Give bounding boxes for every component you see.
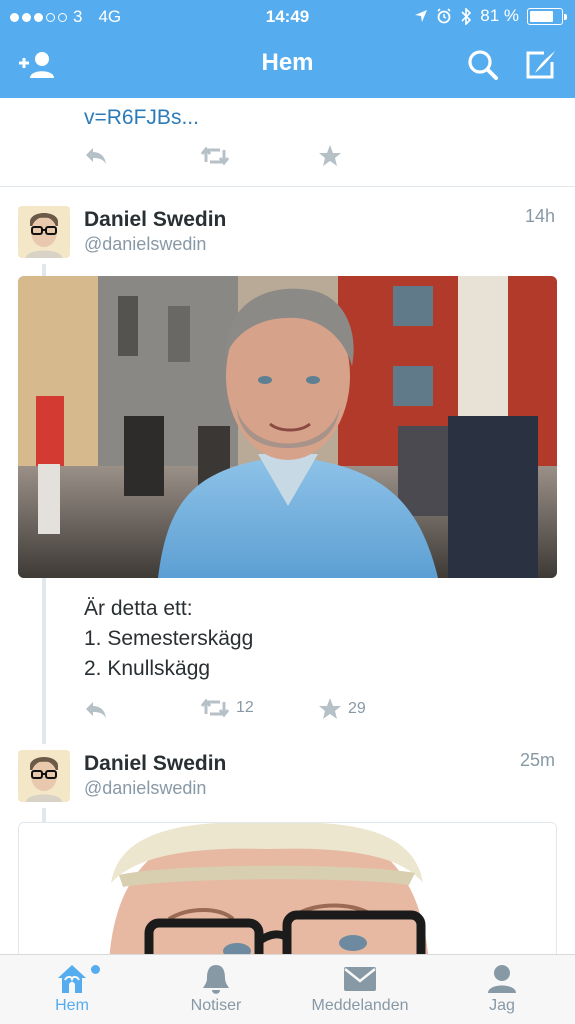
star-icon xyxy=(319,698,341,719)
envelope-icon xyxy=(344,967,376,991)
retweet-icon xyxy=(200,698,230,718)
favorite-button[interactable]: 29 xyxy=(318,697,366,721)
search-icon xyxy=(468,50,498,80)
tweet-text-line: Är detta ett: xyxy=(84,597,193,620)
thread-line xyxy=(42,264,46,276)
nav-bar: Hem xyxy=(0,32,575,98)
tab-label: Hem xyxy=(55,997,89,1014)
status-right: 81 % xyxy=(414,6,567,26)
tweet-text-line: 1. Semesterskägg xyxy=(84,627,254,650)
compose-icon xyxy=(526,51,555,79)
favorite-count: 29 xyxy=(348,700,366,717)
timeline-feed[interactable]: v=R6FJBs... Daniel Swedin @danielswedin … xyxy=(0,98,575,954)
tweet-author-name[interactable]: Daniel Swedin xyxy=(84,752,226,776)
tweet-text: Är detta ett: 1. Semesterskägg 2. Knulls… xyxy=(84,594,253,684)
star-icon xyxy=(319,145,341,166)
search-button[interactable] xyxy=(462,46,504,84)
person-icon xyxy=(488,965,516,993)
tab-messages[interactable]: Meddelanden xyxy=(290,961,430,1015)
status-bar: 3 4G 14:49 81 % xyxy=(0,0,575,32)
tab-home[interactable]: Hem xyxy=(2,961,142,1015)
tweet-timestamp: 25m xyxy=(519,750,555,770)
favorite-button[interactable] xyxy=(318,144,342,168)
bluetooth-icon xyxy=(461,7,472,25)
retweet-button[interactable]: 12 xyxy=(200,698,254,718)
reply-icon xyxy=(86,702,106,718)
retweet-count: 12 xyxy=(236,699,254,716)
divider xyxy=(0,186,575,187)
avatar[interactable] xyxy=(18,750,70,802)
compose-button[interactable] xyxy=(520,46,562,84)
tweet-photo[interactable] xyxy=(18,822,557,954)
tweet-text-line: 2. Knullskägg xyxy=(84,657,211,680)
tab-notifications[interactable]: Notiser xyxy=(146,961,286,1015)
tab-me[interactable]: Jag xyxy=(432,961,572,1015)
reply-button[interactable] xyxy=(84,146,108,166)
tweet-author-handle[interactable]: @danielswedin xyxy=(84,778,206,799)
location-arrow-icon xyxy=(415,10,428,22)
retweet-icon xyxy=(200,146,230,166)
tab-label: Jag xyxy=(489,997,515,1014)
home-icon xyxy=(58,965,86,993)
thread-line xyxy=(42,578,46,744)
unread-indicator xyxy=(91,965,100,974)
tweet-link[interactable]: v=R6FJBs... xyxy=(84,106,199,130)
tab-label: Meddelanden xyxy=(311,997,409,1014)
battery-percent: 81 % xyxy=(480,6,519,25)
tab-label: Notiser xyxy=(190,997,242,1014)
retweet-button[interactable] xyxy=(200,146,230,166)
thread-line xyxy=(42,808,46,822)
battery-icon xyxy=(527,7,567,25)
tweet-author-handle[interactable]: @danielswedin xyxy=(84,234,206,255)
tweet-author-name[interactable]: Daniel Swedin xyxy=(84,208,226,232)
top-bar: 3 4G 14:49 81 % Hem xyxy=(0,0,575,98)
reply-icon xyxy=(86,148,106,164)
tweet-timestamp: 14h xyxy=(524,206,555,226)
alarm-icon xyxy=(437,8,451,24)
reply-button[interactable] xyxy=(84,700,108,720)
tab-bar: Hem Notiser Meddelanden Jag xyxy=(0,954,575,1024)
tweet-photo[interactable] xyxy=(18,276,557,578)
avatar[interactable] xyxy=(18,206,70,258)
bell-icon xyxy=(203,965,229,994)
